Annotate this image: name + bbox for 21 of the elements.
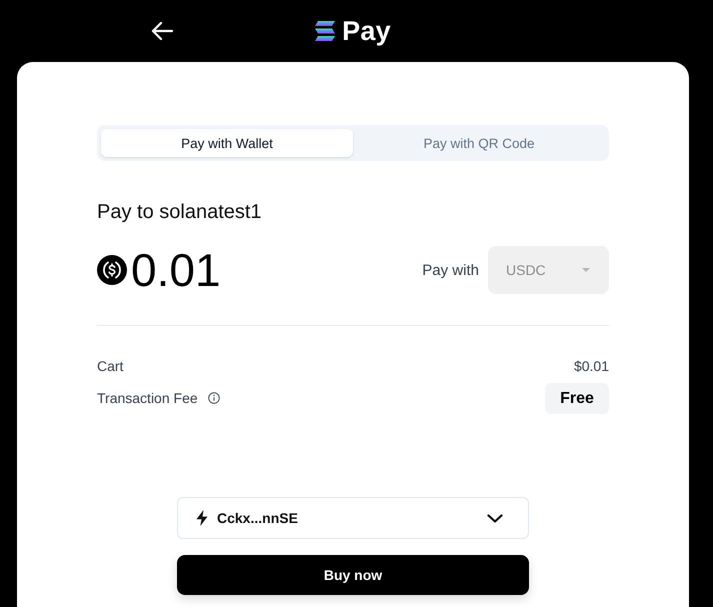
dollar-coin-icon [97, 255, 127, 285]
info-icon[interactable] [208, 392, 220, 404]
wallet-select[interactable]: Cckx...nnSE [177, 497, 529, 539]
tab[interactable]: Pay with Wallet [101, 129, 353, 157]
amount-value: 0.01 [131, 246, 221, 294]
tab[interactable]: Pay with QR Code [353, 129, 605, 157]
fee-badge: Free [545, 382, 609, 414]
caret-icon [582, 268, 590, 272]
summary-label: Cart [97, 358, 124, 374]
pay-with-label: Pay with [422, 262, 479, 278]
wallet-address: Cckx...nnSE [217, 510, 298, 526]
back-arrow-icon[interactable] [151, 22, 173, 40]
chevron-down-icon [487, 514, 503, 522]
logo-title: Pay [342, 16, 391, 46]
buy-now-button[interactable]: Buy now [177, 555, 529, 595]
stripes-logo-icon [315, 21, 336, 41]
currency-select: USDC [488, 246, 609, 294]
summary-label: Transaction Fee [97, 390, 198, 406]
payee-title: Pay to solanatest1 [97, 200, 263, 224]
summary-value: $0.01 [574, 358, 609, 374]
lightning-icon [196, 510, 208, 526]
